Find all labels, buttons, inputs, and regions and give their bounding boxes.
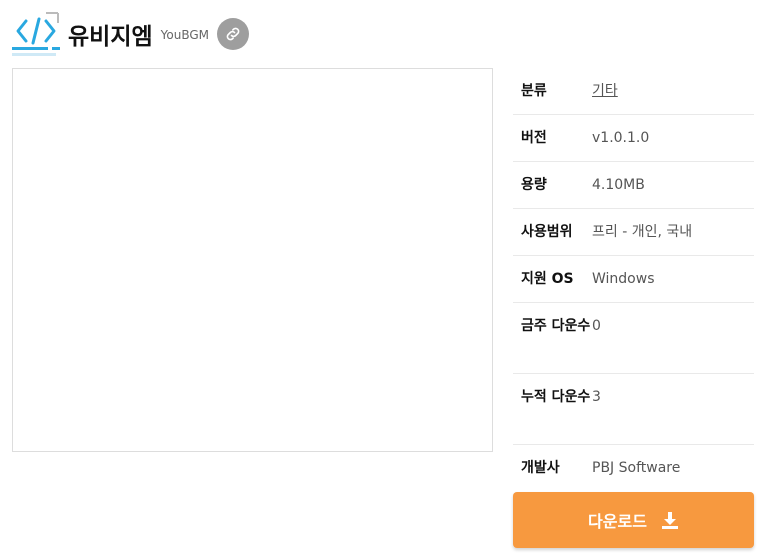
info-value: 프리 - 개인, 국내	[592, 224, 693, 240]
info-label: 버전	[521, 130, 547, 146]
app-subtitle: YouBGM	[160, 28, 209, 42]
info-label: 금주 다운수	[521, 318, 591, 334]
info-row-weekly-downloads: 금주 다운수 0	[513, 303, 754, 374]
info-row-developer: 개발사 PBJ Software	[513, 445, 754, 492]
info-label: 사용범위	[521, 224, 573, 240]
info-value: 0	[592, 318, 601, 334]
info-value: 4.10MB	[592, 177, 645, 193]
category-link[interactable]: 기타	[592, 79, 754, 114]
copy-link-button[interactable]	[217, 18, 249, 50]
info-label: 지원 OS	[521, 271, 574, 287]
info-row-total-downloads: 누적 다운수 3	[513, 374, 754, 445]
download-icon	[661, 511, 679, 529]
info-value: 3	[592, 389, 601, 405]
info-label: 용량	[521, 177, 547, 193]
code-brackets-icon	[12, 11, 60, 57]
info-row-size: 용량 4.10MB	[513, 162, 754, 209]
info-label: 분류	[521, 83, 547, 99]
screenshot-preview	[12, 68, 493, 452]
info-row-version: 버전 v1.0.1.0	[513, 115, 754, 162]
app-header: 유비지엠 YouBGM	[12, 10, 249, 58]
info-row-license: 사용범위 프리 - 개인, 국내	[513, 209, 754, 256]
info-value: v1.0.1.0	[592, 130, 650, 146]
link-icon	[226, 27, 240, 41]
info-row-os: 지원 OS Windows	[513, 256, 754, 303]
info-value: Windows	[592, 271, 655, 287]
download-button[interactable]: 다운로드	[513, 492, 754, 548]
download-label: 다운로드	[588, 512, 647, 531]
info-table: 분류 기타 버전 v1.0.1.0 용량 4.10MB 사용범위 프리 - 개인…	[513, 68, 754, 492]
info-value: PBJ Software	[592, 460, 681, 476]
app-title: 유비지엠	[68, 24, 153, 50]
info-row-category: 분류 기타	[513, 68, 754, 115]
info-label: 개발사	[521, 460, 560, 476]
info-label: 누적 다운수	[521, 389, 591, 405]
